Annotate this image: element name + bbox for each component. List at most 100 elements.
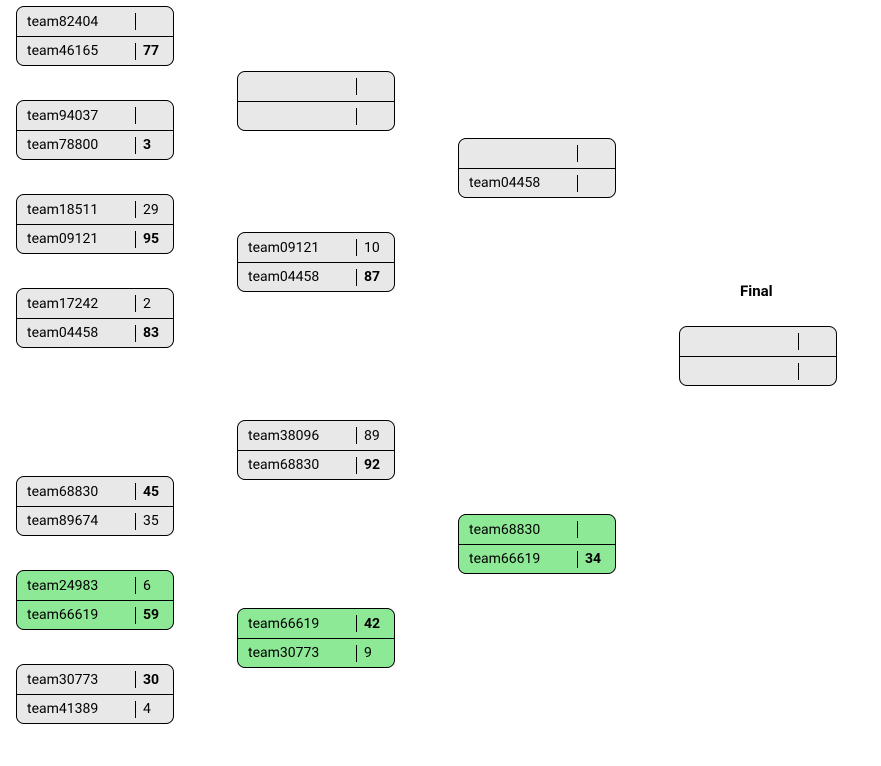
match-m14	[679, 326, 837, 386]
team-name: team38096	[248, 428, 353, 444]
match-row: team09121 95	[17, 224, 173, 253]
match-row: team788003	[17, 130, 173, 159]
match-m10: team38096 89 team68830 92	[237, 420, 395, 480]
match-row: team4616577	[17, 36, 173, 65]
match-row	[238, 101, 394, 130]
team-name: team09121	[27, 231, 132, 247]
score-divider	[135, 107, 137, 124]
match-m1: team82404 team4616577	[16, 6, 174, 66]
score-divider	[135, 201, 137, 218]
score-divider	[135, 137, 137, 154]
match-m11: team6661942team307739	[237, 608, 395, 668]
team-name: team68830	[248, 457, 353, 473]
team-score: 95	[143, 231, 163, 247]
team-name	[690, 335, 795, 349]
score-divider	[135, 231, 137, 248]
match-row: team68830	[459, 515, 615, 544]
match-m2: team94037 team788003	[16, 100, 174, 160]
match-row: team04458 87	[238, 262, 394, 291]
team-score: 83	[143, 325, 163, 341]
team-name: team30773	[27, 672, 132, 688]
match-row: team94037	[17, 101, 173, 130]
match-row: team38096 89	[238, 421, 394, 450]
team-name	[469, 147, 574, 161]
score-divider	[577, 175, 579, 192]
score-divider	[135, 701, 137, 718]
score-divider	[356, 615, 358, 632]
team-name: team17242	[27, 296, 132, 312]
match-m9: team09121 10 team04458 87	[237, 232, 395, 292]
team-name: team68830	[27, 484, 132, 500]
match-m3: team18511 29 team09121 95	[16, 194, 174, 254]
team-name: team04458	[248, 269, 353, 285]
score-divider	[798, 333, 800, 350]
match-row: team68830 45	[17, 477, 173, 506]
match-m7: team3077330team413894	[16, 664, 174, 724]
score-divider	[798, 363, 800, 380]
match-m8	[237, 71, 395, 131]
team-score: 45	[143, 484, 163, 500]
score-divider	[135, 671, 137, 688]
score-divider	[135, 13, 137, 30]
team-name: team82404	[27, 14, 132, 30]
score-divider	[135, 325, 137, 342]
team-score: 77	[143, 43, 163, 59]
team-name: team89674	[27, 513, 132, 529]
final-label: Final	[740, 282, 773, 300]
team-name: team66619	[248, 616, 353, 632]
match-row: team82404	[17, 7, 173, 36]
team-name: team41389	[27, 701, 132, 717]
team-name: team04458	[469, 175, 574, 191]
score-divider	[135, 607, 137, 624]
score-divider	[577, 551, 579, 568]
team-name: team94037	[27, 108, 132, 124]
match-row: team24983 6	[17, 571, 173, 600]
team-name: team66619	[469, 551, 574, 567]
team-score: 92	[364, 457, 384, 473]
team-score: 9	[364, 645, 384, 661]
team-score: 10	[364, 240, 384, 256]
match-row	[238, 72, 394, 101]
team-name: team30773	[248, 645, 353, 661]
team-score: 34	[585, 551, 605, 567]
team-name	[248, 80, 353, 94]
match-row: team68830 92	[238, 450, 394, 479]
match-row: team66619 34	[459, 544, 615, 573]
match-row: team413894	[17, 694, 173, 723]
team-score: 29	[143, 202, 163, 218]
team-score: 6	[143, 578, 163, 594]
team-name	[690, 364, 795, 378]
score-divider	[356, 78, 358, 95]
match-row: team09121 10	[238, 233, 394, 262]
score-divider	[135, 483, 137, 500]
score-divider	[356, 645, 358, 662]
match-row: team04458	[459, 168, 615, 197]
match-m12: team04458	[458, 138, 616, 198]
score-divider	[135, 295, 137, 312]
team-name: team24983	[27, 578, 132, 594]
team-name: team04458	[27, 325, 132, 341]
match-row: team3077330	[17, 665, 173, 694]
match-row	[459, 139, 615, 168]
match-m6: team24983 6 team6661959	[16, 570, 174, 630]
match-row: team8967435	[17, 506, 173, 535]
team-score: 87	[364, 269, 384, 285]
match-m4: team17242 2 team04458 83	[16, 288, 174, 348]
score-divider	[356, 457, 358, 474]
team-name: team18511	[27, 202, 132, 218]
match-row	[680, 327, 836, 356]
match-row: team17242 2	[17, 289, 173, 318]
team-name: team68830	[469, 522, 574, 538]
match-m13: team68830 team66619 34	[458, 514, 616, 574]
score-divider	[356, 269, 358, 286]
team-score: 2	[143, 296, 163, 312]
match-m5: team68830 45 team8967435	[16, 476, 174, 536]
score-divider	[356, 239, 358, 256]
team-name: team66619	[27, 607, 132, 623]
match-row: team6661959	[17, 600, 173, 629]
match-row: team04458 83	[17, 318, 173, 347]
team-name: team09121	[248, 240, 353, 256]
team-score: 89	[364, 428, 384, 444]
team-name: team78800	[27, 137, 132, 153]
score-divider	[356, 427, 358, 444]
